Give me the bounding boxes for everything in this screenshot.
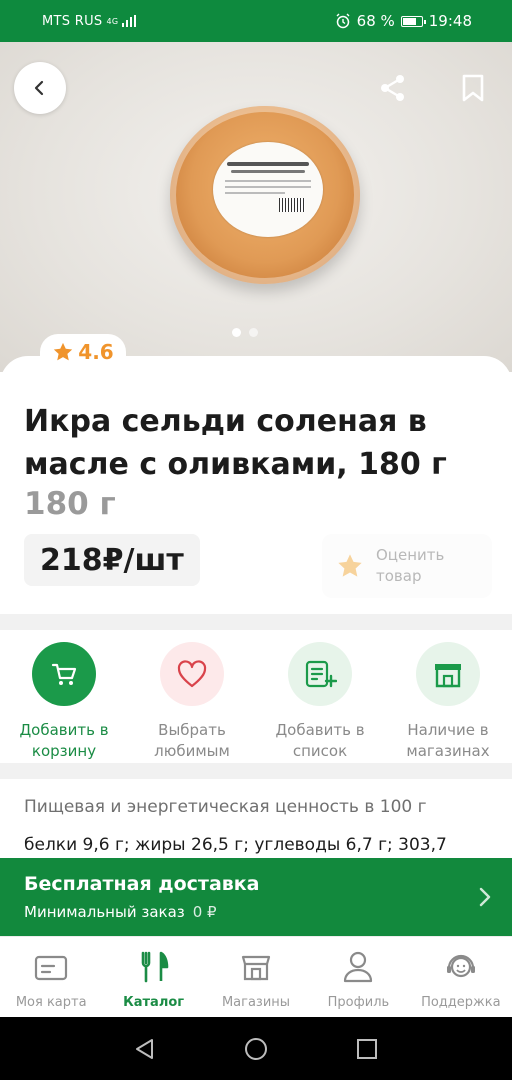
network-type: 4G — [106, 16, 119, 26]
bottom-tab-bar: Моя карта Каталог Магазины Профиль Подде… — [0, 936, 512, 1017]
cart-icon — [51, 663, 77, 685]
star-outline-icon — [338, 554, 362, 577]
tab-profile[interactable]: Профиль — [307, 937, 409, 1017]
favorite-button[interactable]: Выбрать любимым — [128, 630, 256, 763]
carousel-indicator — [232, 328, 258, 337]
tab-label: Моя карта — [15, 995, 87, 1010]
price: 218₽/шт — [40, 542, 184, 578]
back-button[interactable] — [14, 62, 66, 114]
tab-stores[interactable]: Магазины — [205, 937, 307, 1017]
clock: 19:48 — [428, 12, 472, 30]
rating-value: 4.6 — [78, 340, 114, 364]
min-order-value: 0 ₽ — [192, 903, 217, 921]
store-availability-label: Наличие в магазинах — [406, 721, 490, 760]
favorite-label: Выбрать любимым — [154, 721, 230, 760]
fork-knife-icon — [141, 951, 168, 983]
carrier: MTS RUS 4G — [42, 13, 137, 29]
triangle-back-icon — [136, 1038, 154, 1059]
tab-label: Поддержка — [421, 995, 501, 1010]
bookmark-button[interactable] — [456, 70, 490, 106]
chevron-right-icon — [479, 887, 491, 907]
list-add-icon — [305, 660, 337, 688]
tab-catalog[interactable]: Каталог — [102, 937, 204, 1017]
bookmark-icon — [462, 74, 484, 102]
heart-icon — [177, 660, 207, 688]
square-recents-icon — [356, 1038, 377, 1059]
nav-back-button[interactable] — [125, 1029, 165, 1069]
tab-label: Магазины — [221, 995, 291, 1010]
store-availability-button[interactable]: Наличие в магазинах — [384, 630, 512, 763]
share-button[interactable] — [376, 70, 410, 106]
tab-support[interactable]: Поддержка — [410, 937, 512, 1017]
heart-icon-circle — [160, 642, 224, 706]
chevron-left-icon — [34, 80, 44, 96]
product-actions: Добавить в корзину Выбрать любимым Добав… — [0, 630, 512, 763]
add-to-list-label: Добавить в список — [275, 721, 365, 760]
tab-label: Профиль — [327, 995, 390, 1010]
battery-icon — [400, 15, 426, 27]
nav-recents-button[interactable] — [347, 1029, 387, 1069]
divider — [0, 614, 512, 630]
rate-product-button[interactable]: Оценить товар — [322, 534, 492, 598]
nutrition-heading: Пищевая и энергетическая ценность в 100 … — [24, 797, 427, 817]
free-delivery-banner[interactable]: Бесплатная доставка Минимальный заказ 0 … — [0, 858, 512, 936]
product-weight: 180 г — [24, 486, 116, 522]
star-icon — [54, 342, 73, 361]
share-icon — [381, 75, 404, 101]
support-icon — [446, 954, 475, 978]
list-icon-circle — [288, 642, 352, 706]
price-badge: 218₽/шт — [24, 534, 200, 586]
rate-product-label: Оценить товар — [376, 546, 445, 585]
signal-icon — [122, 15, 137, 27]
divider — [0, 763, 512, 779]
delivery-subtitle: Минимальный заказ 0 ₽ — [24, 903, 217, 921]
rating-badge: 4.6 — [40, 334, 126, 370]
card-icon — [35, 955, 68, 981]
nutrition-values: белки 9,6 г; жиры 26,5 г; углеводы 6,7 г… — [24, 835, 447, 855]
product-image[interactable] — [0, 42, 512, 372]
tab-label: Каталог — [123, 995, 185, 1010]
system-nav-bar — [0, 1017, 512, 1080]
add-to-cart-button[interactable]: Добавить в корзину — [0, 630, 128, 763]
tab-my-card[interactable]: Моя карта — [0, 937, 102, 1017]
carousel-dot[interactable] — [232, 328, 241, 337]
store-icon — [241, 955, 271, 981]
circle-home-icon — [244, 1037, 267, 1060]
store-icon-circle — [416, 642, 480, 706]
product-title: Икра сельди соленая в масле с оливками, … — [24, 404, 447, 482]
profile-icon — [344, 951, 373, 983]
add-to-cart-label: Добавить в корзину — [19, 721, 109, 760]
status-bar: MTS RUS 4G 68 % 19:48 — [0, 0, 512, 42]
cart-icon-circle — [32, 642, 96, 706]
carousel-dot[interactable] — [249, 328, 258, 337]
add-to-list-button[interactable]: Добавить в список — [256, 630, 384, 763]
min-order-label: Минимальный заказ — [24, 903, 185, 921]
jar-label — [213, 142, 323, 237]
status-right: 68 % 19:48 — [335, 12, 472, 30]
alarm-icon — [336, 13, 350, 29]
delivery-title: Бесплатная доставка — [24, 873, 260, 895]
battery-percent: 68 % — [356, 12, 395, 30]
store-icon — [435, 664, 461, 688]
carrier-name: MTS RUS — [42, 13, 103, 29]
nav-home-button[interactable] — [236, 1029, 276, 1069]
